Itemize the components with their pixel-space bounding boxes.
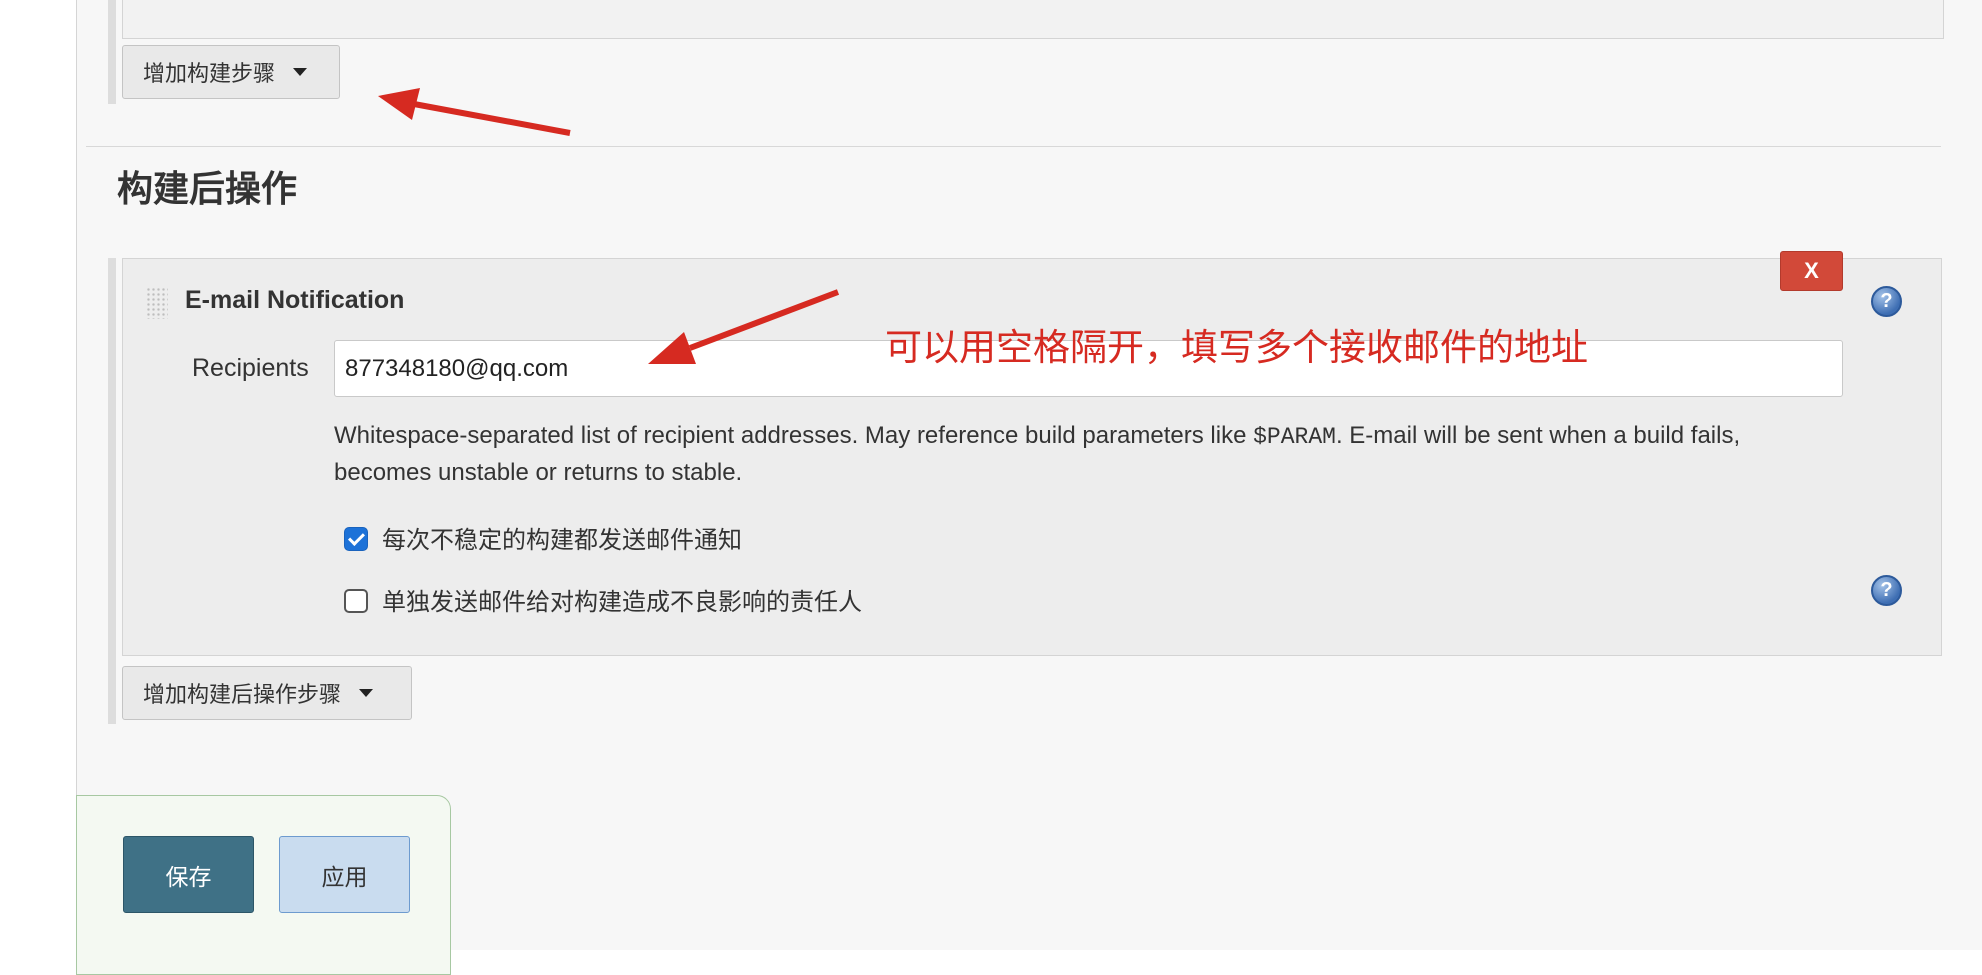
save-button[interactable]: 保存	[123, 836, 254, 913]
annotation-arrow-line-2	[688, 289, 840, 351]
annotation-arrow-line-1	[413, 101, 571, 136]
annotation-arrow-head-2	[648, 332, 696, 364]
annotation-arrow-head-1	[378, 88, 420, 120]
apply-button[interactable]: 应用	[279, 836, 410, 913]
